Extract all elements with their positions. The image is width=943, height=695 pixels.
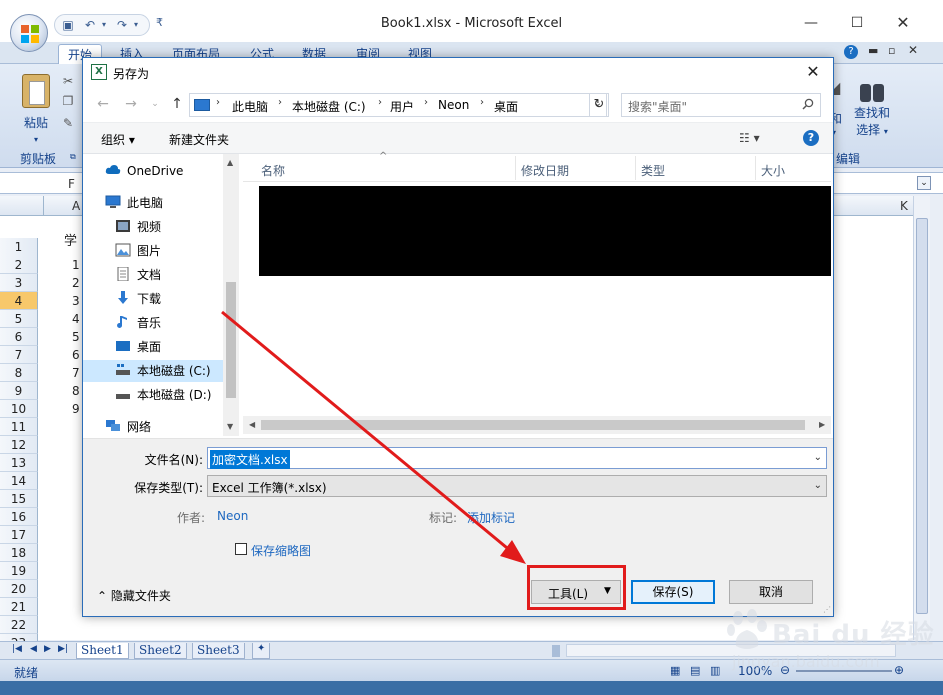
office-logo-icon bbox=[21, 25, 39, 43]
paw-logo-icon bbox=[727, 609, 767, 649]
baidu-watermark: Bai du 经验 jingyan.baidu.com bbox=[726, 606, 936, 676]
annotation-arrow bbox=[221, 310, 526, 564]
office-button[interactable] bbox=[10, 14, 48, 52]
watermark-url: jingyan.baidu.com bbox=[732, 652, 880, 671]
watermark-text: Bai du 经验 bbox=[772, 620, 935, 650]
